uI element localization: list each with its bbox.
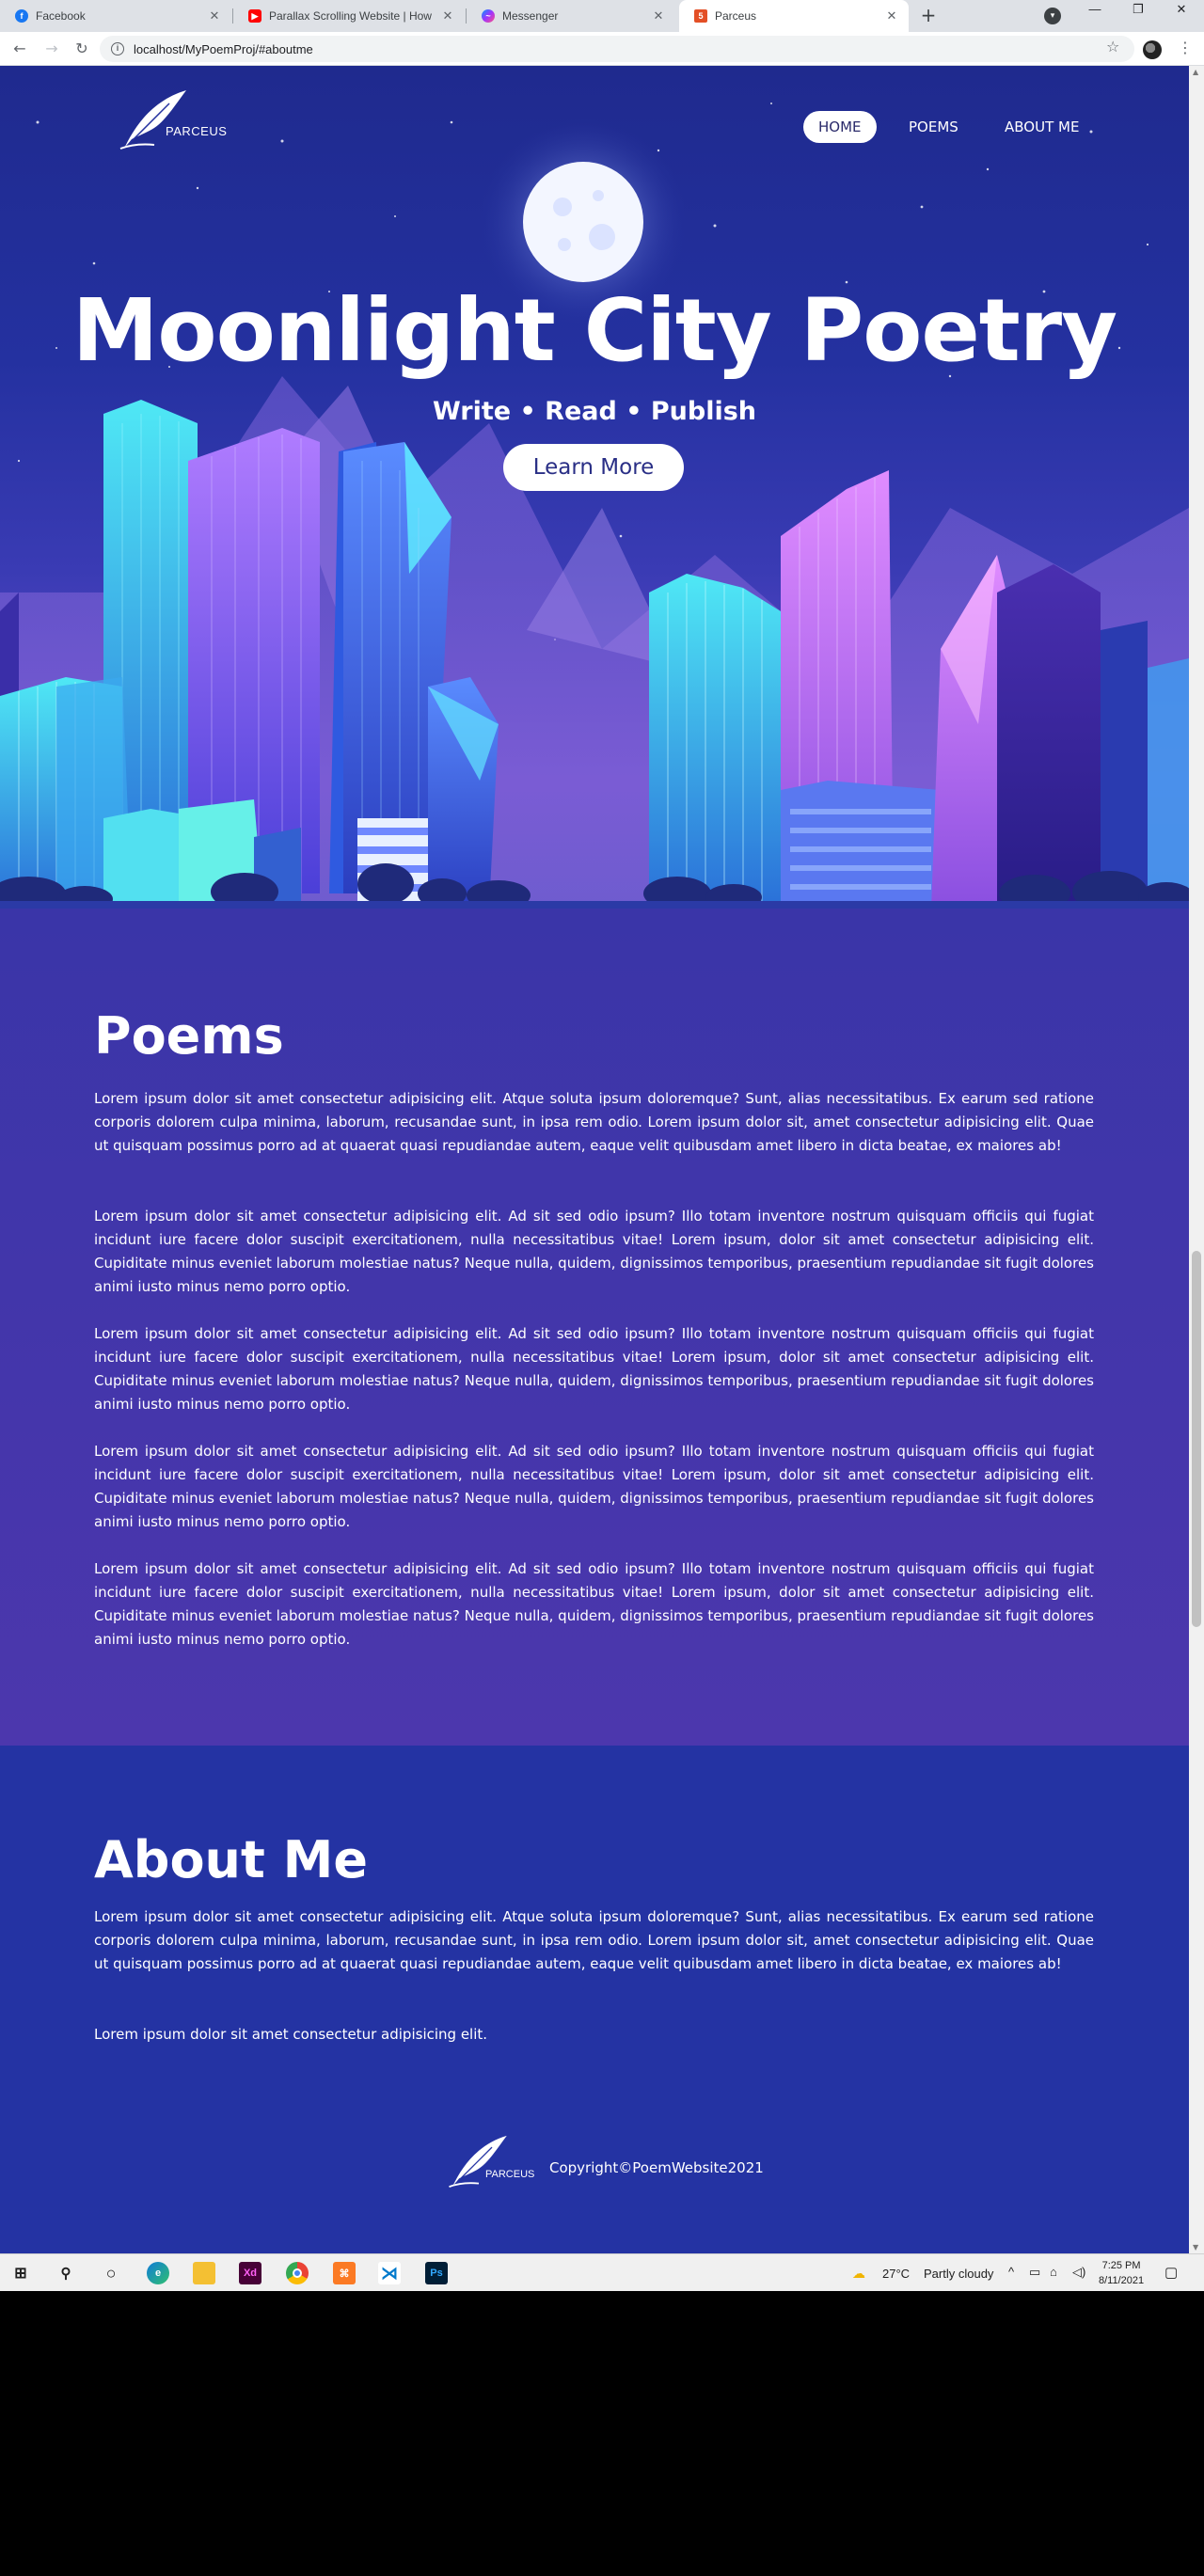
footer-logo-text: PARCEUS: [485, 2169, 535, 2180]
copyright-text: Copyright©PoemWebsite2021: [549, 2159, 764, 2176]
search-icon[interactable]: ⚲: [55, 2262, 77, 2284]
back-icon[interactable]: ←: [9, 39, 30, 59]
site-navbar: PARCEUS HOME POEMS ABOUT ME: [0, 66, 1189, 188]
info-icon[interactable]: i: [111, 42, 124, 55]
photoshop-icon[interactable]: Ps: [425, 2262, 448, 2284]
learn-more-button[interactable]: Learn More: [503, 444, 684, 491]
about-heading: About Me: [94, 1830, 368, 1889]
weather-icon[interactable]: ☁: [852, 2266, 865, 2282]
address-bar[interactable]: i localhost/MyPoemProj/#aboutme: [100, 36, 1134, 62]
tab-messenger[interactable]: ~ Messenger ✕: [467, 0, 675, 32]
poem-paragraph: Lorem ipsum dolor sit amet consectetur a…: [94, 1560, 1094, 1648]
close-icon[interactable]: ✕: [651, 8, 666, 24]
close-icon[interactable]: ✕: [440, 8, 455, 24]
about-section: About Me Lorem ipsum dolor sit amet cons…: [0, 1746, 1189, 2253]
poems-heading: Poems: [94, 1006, 284, 1066]
hero-subtitle: Write • Read • Publish: [433, 397, 756, 426]
scroll-down-icon[interactable]: ▼: [1193, 2243, 1198, 2252]
page-viewport: PARCEUS HOME POEMS ABOUT ME Moonlight Ci…: [0, 66, 1204, 2253]
html5-icon: 5: [694, 9, 707, 23]
system-clock[interactable]: 7:25 PM 8/11/2021: [1099, 2258, 1144, 2288]
feather-logo-icon: [449, 2135, 507, 2188]
window-close-icon[interactable]: ✕: [1163, 2, 1200, 17]
logo-text: PARCEUS: [166, 124, 228, 138]
browser-toolbar: ← → ↻ i localhost/MyPoemProj/#aboutme ☆ …: [0, 32, 1204, 66]
poem-paragraph: Lorem ipsum dolor sit amet consectetur a…: [94, 1325, 1094, 1413]
notification-icon[interactable]: ▢: [1164, 2264, 1178, 2281]
forward-icon[interactable]: →: [41, 39, 62, 59]
cortana-icon[interactable]: ○: [100, 2262, 122, 2284]
menu-icon[interactable]: ⋮: [1178, 39, 1193, 56]
scroll-up-icon[interactable]: ▲: [1193, 68, 1198, 76]
new-tab-button[interactable]: +: [918, 6, 939, 26]
poem-paragraph: Lorem ipsum dolor sit amet consectetur a…: [94, 1443, 1094, 1530]
clock-time: 7:25 PM: [1101, 2260, 1141, 2271]
vscode-icon[interactable]: ⋊: [378, 2262, 401, 2284]
feather-logo-icon: [119, 90, 186, 150]
page-scrollbar[interactable]: ▲ ▼: [1189, 66, 1204, 2253]
about-paragraph: Lorem ipsum dolor sit amet consectetur a…: [94, 1908, 1094, 1972]
tray-chevron-icon[interactable]: ^: [1008, 2265, 1014, 2279]
tab-search-icon[interactable]: ▾: [1044, 8, 1061, 24]
poem-paragraph: Lorem ipsum dolor sit amet consectetur a…: [94, 1090, 1094, 1154]
adobe-xd-icon[interactable]: Xd: [239, 2262, 261, 2284]
xampp-icon[interactable]: ⌘: [333, 2262, 356, 2284]
windows-taskbar: ⊞ ⚲ ○ e Xd ⌘ ⋊ Ps ☁ 27°C Partly cloudy ^…: [0, 2253, 1204, 2291]
chrome-icon[interactable]: [286, 2262, 309, 2284]
close-icon[interactable]: ✕: [207, 8, 222, 24]
url-text: localhost/MyPoemProj/#aboutme: [134, 41, 313, 56]
footer-logo: PARCEUS: [446, 2131, 540, 2197]
bookmark-star-icon[interactable]: ☆: [1106, 38, 1119, 55]
hero-title: Moonlight City Poetry: [71, 280, 1117, 381]
poems-section: Poems Lorem ipsum dolor sit amet consect…: [0, 909, 1189, 1746]
profile-avatar[interactable]: [1143, 40, 1162, 59]
screen: f Facebook ✕ ▶ Parallax Scrolling Websit…: [0, 0, 1204, 2576]
network-icon[interactable]: ⌂: [1050, 2265, 1057, 2279]
minimize-icon[interactable]: —: [1076, 2, 1114, 16]
messenger-icon: ~: [482, 9, 495, 23]
edge-icon[interactable]: e: [147, 2262, 169, 2284]
about-paragraph: Lorem ipsum dolor sit amet consectetur a…: [94, 2026, 488, 2043]
clock-date: 8/11/2021: [1099, 2275, 1145, 2286]
weather-temp[interactable]: 27°C: [882, 2267, 910, 2281]
facebook-icon: f: [15, 9, 28, 23]
site-logo[interactable]: PARCEUS: [117, 87, 230, 152]
tab-strip: f Facebook ✕ ▶ Parallax Scrolling Websit…: [0, 0, 1204, 32]
youtube-icon: ▶: [248, 9, 261, 23]
hero-section: PARCEUS HOME POEMS ABOUT ME Moonlight Ci…: [0, 66, 1189, 909]
restore-icon[interactable]: ❐: [1119, 2, 1157, 17]
windows-start-icon[interactable]: ⊞: [9, 2262, 32, 2284]
tab-facebook[interactable]: f Facebook ✕: [0, 0, 231, 32]
tab-parceus[interactable]: 5 Parceus ✕: [679, 0, 909, 32]
nav-about-me[interactable]: ABOUT ME: [990, 111, 1094, 143]
volume-icon[interactable]: ◁): [1072, 2265, 1085, 2280]
reload-icon[interactable]: ↻: [71, 39, 92, 59]
poem-paragraph: Lorem ipsum dolor sit amet consectetur a…: [94, 1208, 1094, 1295]
empty-black-area: [0, 2291, 1204, 2576]
scroll-thumb[interactable]: [1192, 1251, 1201, 1627]
tray-device-icon[interactable]: ▭: [1029, 2265, 1040, 2280]
tab-youtube[interactable]: ▶ Parallax Scrolling Website | How ✕: [233, 0, 465, 32]
close-icon[interactable]: ✕: [884, 8, 899, 24]
nav-home[interactable]: HOME: [803, 111, 877, 143]
nav-poems[interactable]: POEMS: [894, 111, 974, 143]
weather-text[interactable]: Partly cloudy: [924, 2267, 993, 2281]
file-explorer-icon[interactable]: [193, 2262, 215, 2284]
